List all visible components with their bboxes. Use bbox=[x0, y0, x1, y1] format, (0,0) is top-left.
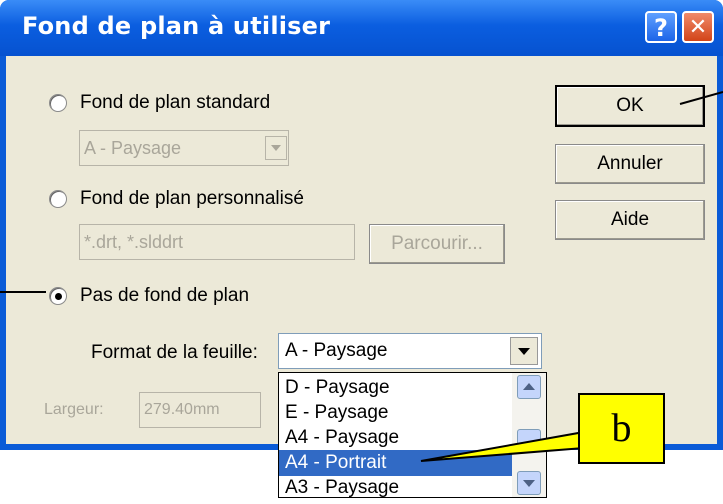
callout-b: b bbox=[578, 393, 665, 464]
b-callout-pointer bbox=[420, 430, 585, 462]
ok-callout-line bbox=[679, 91, 723, 105]
